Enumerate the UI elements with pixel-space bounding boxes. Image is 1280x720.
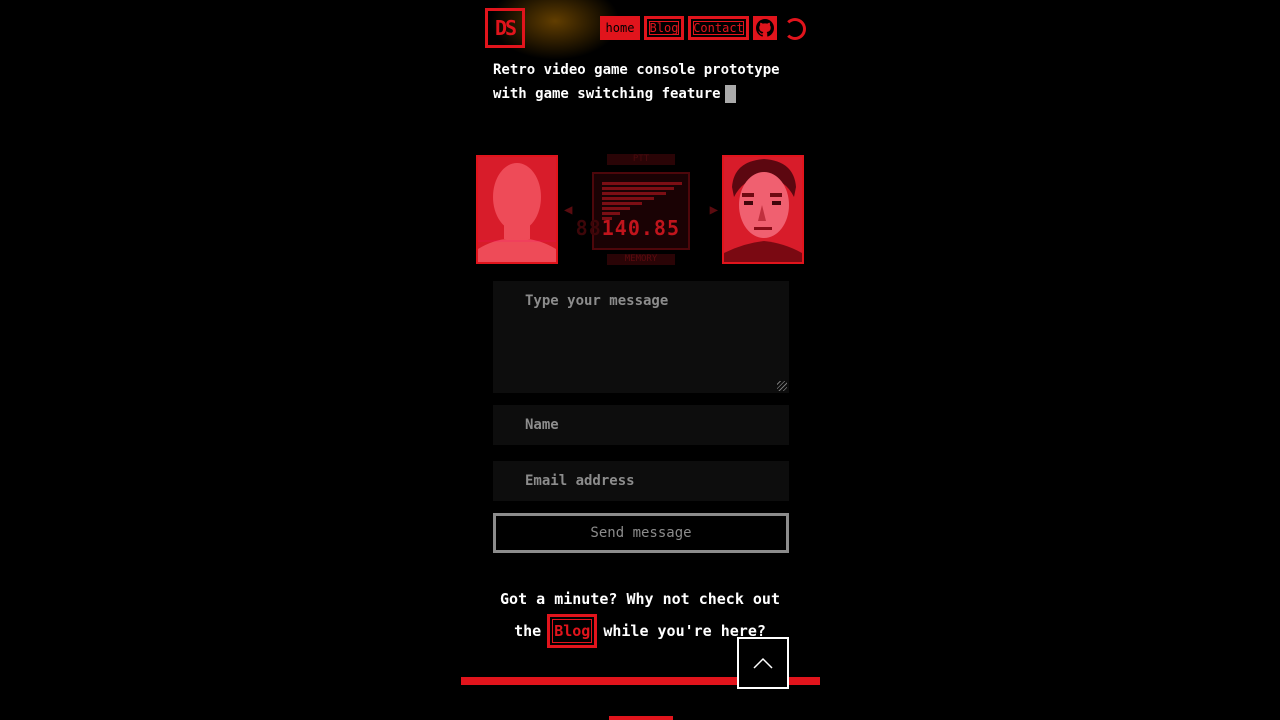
footer-accent [609, 716, 673, 720]
nav-home[interactable]: home [600, 16, 640, 40]
frequency-screen: 88140.85 [576, 172, 690, 250]
cta-line-1: Got a minute? Why not check out [500, 590, 780, 608]
site-logo[interactable]: DS [485, 8, 525, 48]
memory-label: MEMORY [607, 254, 675, 265]
loading-spinner-icon[interactable] [784, 18, 806, 40]
ptt-label: PTT [607, 154, 675, 165]
arrow-left-icon: ◀ [564, 202, 573, 218]
tagline-line-2: with game switching feature [493, 86, 721, 102]
send-message-button[interactable]: Send message [493, 513, 789, 553]
github-icon[interactable] [753, 16, 777, 40]
arrow-right-icon: ▶ [709, 202, 718, 218]
cta-blog-link[interactable]: Blog [547, 614, 598, 648]
tagline-line-1: Retro video game console prototype [493, 62, 780, 78]
portrait-silhouette [476, 155, 558, 264]
email-field[interactable]: Email address [493, 461, 789, 501]
name-field[interactable]: Name [493, 405, 789, 445]
message-textarea[interactable]: Type your message [493, 281, 789, 393]
cta-the: the [514, 622, 542, 640]
frequency-readout: 88140.85 [575, 216, 680, 240]
page-tagline: Retro video game console prototype with … [493, 58, 793, 106]
portrait-person [722, 155, 804, 264]
codec-display: PTT ◀ ▶ 88140.85 MEMORY [562, 152, 720, 268]
scroll-to-top-button[interactable] [737, 637, 789, 689]
logo-text: DS [494, 16, 517, 40]
nav-contact[interactable]: Contact [688, 16, 749, 40]
codec-screen: PTT ◀ ▶ 88140.85 MEMORY [476, 152, 806, 268]
nav-blog[interactable]: Blog [644, 16, 684, 40]
chevron-up-icon [753, 657, 773, 669]
resize-grip-icon[interactable] [777, 381, 787, 391]
text-cursor [724, 85, 736, 103]
